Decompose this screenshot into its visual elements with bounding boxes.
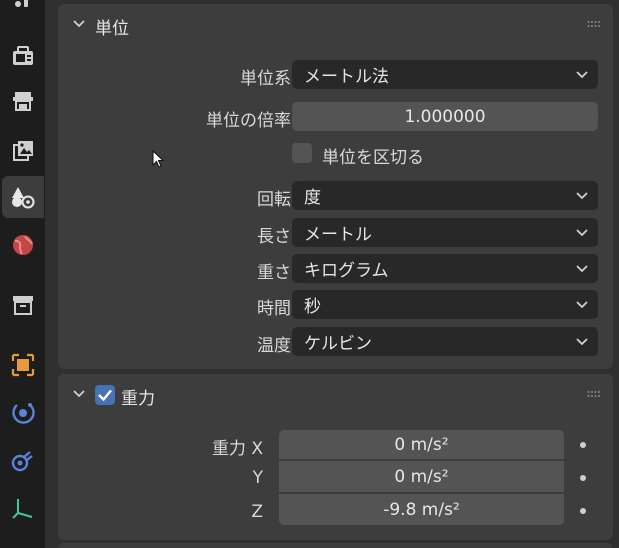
mass-value: キログラム [304, 261, 389, 281]
units-panel-header[interactable]: 単位 [58, 4, 613, 44]
gravity-panel: 重力 重力 X 0 m/s² Y 0 m/s² Z -9.8 m/s² [58, 374, 613, 540]
object-icon [11, 353, 35, 377]
separate-units-checkbox[interactable] [292, 143, 312, 163]
chevron-down-icon [576, 265, 588, 273]
chevron-down-icon [576, 229, 588, 237]
length-value: メートル [304, 225, 372, 245]
world-icon [13, 235, 33, 255]
rotation-label: 回転 [257, 190, 291, 210]
image-icon [13, 141, 33, 161]
chevron-down-icon [576, 301, 588, 309]
keyframe-dot-icon[interactable] [580, 508, 586, 514]
separate-units-label[interactable]: 単位を区切る [322, 143, 424, 168]
physics-icon [12, 403, 35, 424]
properties-tab-strip [0, 0, 45, 548]
tab-image[interactable] [2, 130, 44, 172]
gravity-y-field[interactable]: 0 m/s² [279, 461, 564, 492]
unit-scale-label: 単位の倍率 [206, 111, 291, 131]
units-panel-title: 単位 [95, 19, 129, 39]
rotation-value: 度 [304, 188, 321, 208]
unit-scale-value: 1.000000 [404, 106, 486, 127]
time-value: 秒 [304, 297, 321, 317]
mouse-cursor-icon [152, 150, 165, 168]
gravity-z-value: -9.8 m/s² [383, 499, 460, 520]
tool-tab[interactable] [2, 0, 44, 22]
gravity-x-label: 重力 X [211, 439, 263, 459]
data-icon [12, 499, 33, 519]
next-panel-edge [58, 543, 613, 548]
properties-content: 単位 単位系 メートル法 単位の倍率 1.000000 単位を区切る 回転 度 … [45, 0, 619, 548]
gravity-y-label: Y [252, 468, 263, 488]
unit-system-value: メートル法 [304, 67, 389, 87]
view-layer-icon [13, 92, 33, 111]
constraints-icon [11, 451, 33, 472]
length-label: 長さ [257, 227, 291, 247]
drag-handle-icon[interactable] [587, 390, 601, 398]
tool-icon [15, 0, 28, 7]
rotation-dropdown[interactable]: 度 [292, 181, 598, 210]
output-icon [13, 46, 33, 65]
gravity-z-field[interactable]: -9.8 m/s² [279, 494, 564, 525]
tab-output[interactable] [2, 35, 44, 77]
chevron-down-icon[interactable] [72, 387, 86, 401]
unit-scale-field[interactable]: 1.000000 [292, 102, 598, 131]
time-label: 時間 [257, 299, 291, 319]
chevron-down-icon [576, 338, 588, 346]
gravity-panel-header[interactable]: 重力 [58, 374, 613, 414]
unit-system-dropdown[interactable]: メートル法 [292, 60, 598, 89]
length-dropdown[interactable]: メートル [292, 218, 598, 247]
gravity-x-field[interactable]: 0 m/s² [279, 430, 564, 459]
tab-scene[interactable] [2, 176, 44, 218]
tab-physics[interactable] [2, 391, 44, 433]
gravity-x-value: 0 m/s² [394, 434, 449, 455]
mass-label: 重さ [257, 263, 291, 283]
temperature-dropdown[interactable]: ケルビン [292, 327, 598, 356]
tab-object[interactable] [2, 344, 44, 386]
collection-icon [13, 296, 33, 315]
tab-world[interactable] [2, 224, 44, 266]
drag-handle-icon[interactable] [587, 20, 601, 28]
gravity-checkbox[interactable] [95, 385, 115, 405]
temperature-label: 温度 [257, 336, 291, 356]
units-panel: 単位 単位系 メートル法 単位の倍率 1.000000 単位を区切る 回転 度 … [58, 4, 613, 369]
tab-collection[interactable] [2, 284, 44, 326]
gravity-panel-title: 重力 [121, 389, 155, 409]
tab-data[interactable] [2, 487, 44, 529]
tab-constraints[interactable] [2, 440, 44, 482]
temperature-value: ケルビン [304, 334, 372, 354]
keyframe-dot-icon[interactable] [580, 442, 586, 448]
unit-system-label: 単位系 [240, 69, 291, 89]
gravity-y-value: 0 m/s² [394, 466, 449, 487]
properties-editor: 単位 単位系 メートル法 単位の倍率 1.000000 単位を区切る 回転 度 … [0, 0, 619, 548]
scene-icon [12, 187, 35, 209]
mass-dropdown[interactable]: キログラム [292, 254, 598, 283]
chevron-down-icon [576, 192, 588, 200]
tab-view-layer[interactable] [2, 80, 44, 122]
checkmark-icon [98, 389, 112, 402]
gravity-z-label: Z [251, 502, 263, 522]
chevron-down-icon[interactable] [72, 17, 86, 31]
chevron-down-icon [576, 71, 588, 79]
keyframe-dot-icon[interactable] [580, 475, 586, 481]
time-dropdown[interactable]: 秒 [292, 290, 598, 319]
